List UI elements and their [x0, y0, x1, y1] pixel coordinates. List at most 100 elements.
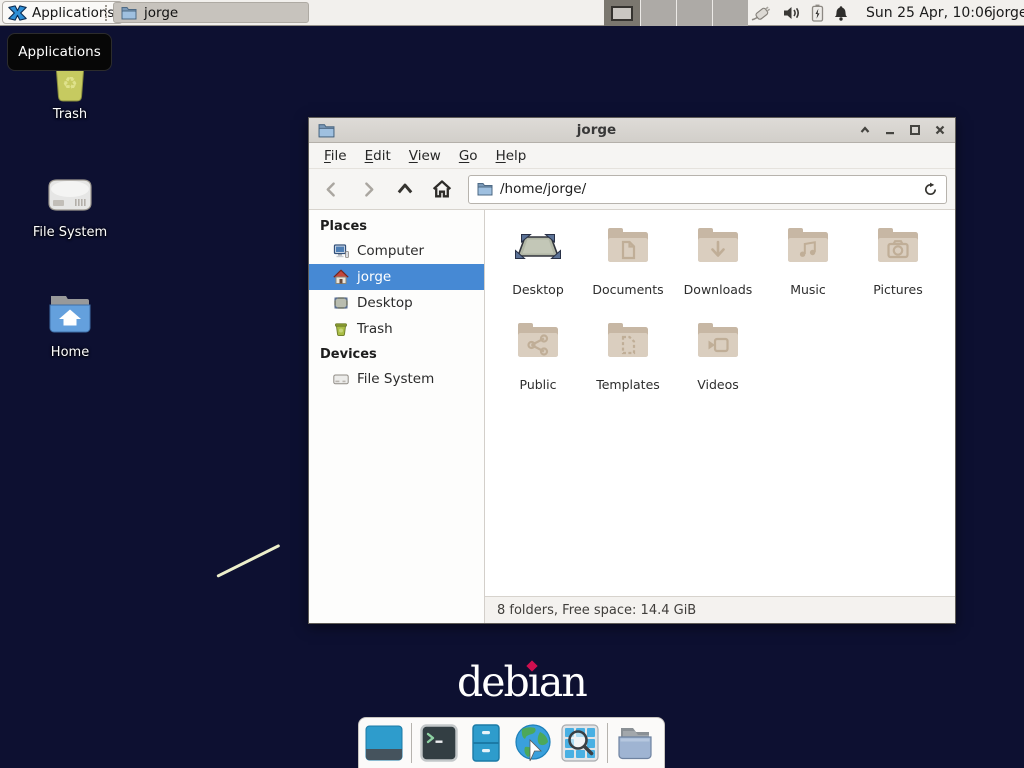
applications-menu-label: Applications — [32, 5, 114, 21]
file-manager-window: jorge File Edit View Go Help — [308, 117, 956, 624]
computer-icon — [333, 243, 349, 259]
sidebar-item-file-system[interactable]: File System — [309, 366, 484, 392]
desktop-icon — [333, 295, 349, 311]
active-workspace-window — [611, 6, 633, 21]
forward-button[interactable] — [354, 175, 382, 203]
toolbar: /home/jorge/ — [309, 169, 955, 210]
menu-bar: File Edit View Go Help — [309, 143, 955, 169]
folder-icon — [615, 723, 655, 763]
dock-item-file-cabinet[interactable] — [466, 723, 506, 763]
dock-item-terminal[interactable] — [419, 723, 459, 763]
folder-icon — [477, 182, 493, 196]
close-button[interactable] — [933, 124, 946, 137]
menu-help[interactable]: Help — [487, 143, 536, 168]
stray-line-artifact — [216, 544, 280, 578]
desktop-icon-home[interactable]: Home — [20, 290, 120, 360]
trash-icon — [333, 321, 349, 337]
path-input[interactable]: /home/jorge/ — [500, 181, 916, 197]
taskbar-window-button[interactable]: jorge — [113, 2, 309, 23]
file-item-videos[interactable]: Videos — [673, 315, 763, 410]
xfce-logo-icon — [8, 5, 27, 21]
system-tray — [750, 0, 849, 26]
desktop-icon-label: Trash — [53, 107, 87, 122]
top-panel: Applications jorge — [0, 0, 1024, 26]
file-cabinet-icon — [466, 723, 506, 763]
folder-videos-icon — [694, 319, 742, 367]
maximize-button[interactable] — [908, 124, 921, 137]
back-arrow-icon — [323, 181, 340, 198]
panel-username: jorge — [992, 0, 1024, 26]
taskbar-window-label: jorge — [144, 5, 178, 21]
dock-item-show-desktop[interactable] — [364, 723, 404, 763]
dock-item-app-finder[interactable] — [560, 723, 600, 763]
web-browser-globe-icon — [513, 723, 553, 763]
folder-downloads-icon — [694, 224, 742, 272]
minimize-button[interactable] — [883, 124, 896, 137]
sidebar-item-computer[interactable]: Computer — [309, 238, 484, 264]
dock-separator — [411, 723, 412, 763]
file-item-documents[interactable]: Documents — [583, 220, 673, 315]
folder-documents-icon — [604, 224, 652, 272]
dock-separator — [607, 723, 608, 763]
home-folder-icon — [45, 290, 95, 340]
home-button[interactable] — [428, 175, 456, 203]
desktop-icon-label: File System — [33, 225, 107, 240]
places-header: Places — [309, 214, 484, 238]
folder-pictures-icon — [874, 224, 922, 272]
window-content: Places Computer jorge — [309, 210, 955, 623]
notifications-bell-icon[interactable] — [833, 5, 849, 21]
window-titlebar[interactable]: jorge — [309, 118, 955, 143]
sidebar-item-desktop[interactable]: Desktop — [309, 290, 484, 316]
battery-icon[interactable] — [811, 4, 824, 22]
dock-item-web-browser[interactable] — [513, 723, 553, 763]
workspace-1-active[interactable] — [604, 0, 640, 26]
folder-public-icon — [514, 319, 562, 367]
window-folder-icon — [318, 123, 335, 138]
menu-file[interactable]: File — [315, 143, 356, 168]
devices-header: Devices — [309, 342, 484, 366]
workspace-switcher — [604, 0, 748, 26]
menu-view[interactable]: View — [400, 143, 450, 168]
file-grid: Desktop Documents — [485, 210, 955, 596]
power-plug-icon[interactable] — [750, 4, 773, 22]
shade-button[interactable] — [858, 124, 871, 137]
forward-arrow-icon — [360, 181, 377, 198]
volume-icon[interactable] — [782, 5, 802, 21]
hard-drive-icon — [44, 170, 96, 220]
file-item-public[interactable]: Public — [493, 315, 583, 410]
file-view: Desktop Documents — [485, 210, 955, 623]
desktop-icon-file-system[interactable]: File System — [20, 170, 120, 240]
debian-logo-text: deb — [457, 658, 528, 706]
workspace-3[interactable] — [676, 0, 712, 26]
reload-icon[interactable] — [923, 182, 938, 197]
file-item-pictures[interactable]: Pictures — [853, 220, 943, 315]
file-item-downloads[interactable]: Downloads — [673, 220, 763, 315]
drive-icon — [333, 371, 349, 387]
terminal-icon — [419, 723, 459, 763]
bottom-dock — [358, 717, 665, 768]
panel-handle[interactable] — [105, 5, 109, 21]
workspace-2[interactable] — [640, 0, 676, 26]
desktop-workspace-icon — [514, 224, 562, 272]
menu-go[interactable]: Go — [450, 143, 487, 168]
dock-item-folder[interactable] — [615, 723, 655, 763]
debian-logo: debıan — [457, 658, 586, 706]
desktop-root: { "colors": { "desktop_bg": "#0d1031", "… — [0, 0, 1024, 768]
file-item-desktop[interactable]: Desktop — [493, 220, 583, 315]
panel-clock[interactable]: Sun 25 Apr, 10:06 — [866, 0, 993, 26]
up-button[interactable] — [391, 175, 419, 203]
menu-edit[interactable]: Edit — [356, 143, 400, 168]
window-controls — [858, 124, 946, 137]
file-item-templates[interactable]: Templates — [583, 315, 673, 410]
file-item-music[interactable]: Music — [763, 220, 853, 315]
desktop-icon-label: Home — [51, 345, 89, 360]
up-arrow-icon — [396, 180, 414, 198]
sidebar-item-jorge[interactable]: jorge — [309, 264, 484, 290]
folder-icon — [121, 6, 137, 20]
status-bar: 8 folders, Free space: 14.4 GiB — [485, 596, 955, 623]
app-finder-search-icon — [560, 723, 600, 763]
sidebar-item-trash[interactable]: Trash — [309, 316, 484, 342]
path-bar[interactable]: /home/jorge/ — [468, 175, 947, 204]
back-button[interactable] — [317, 175, 345, 203]
workspace-4[interactable] — [712, 0, 748, 26]
